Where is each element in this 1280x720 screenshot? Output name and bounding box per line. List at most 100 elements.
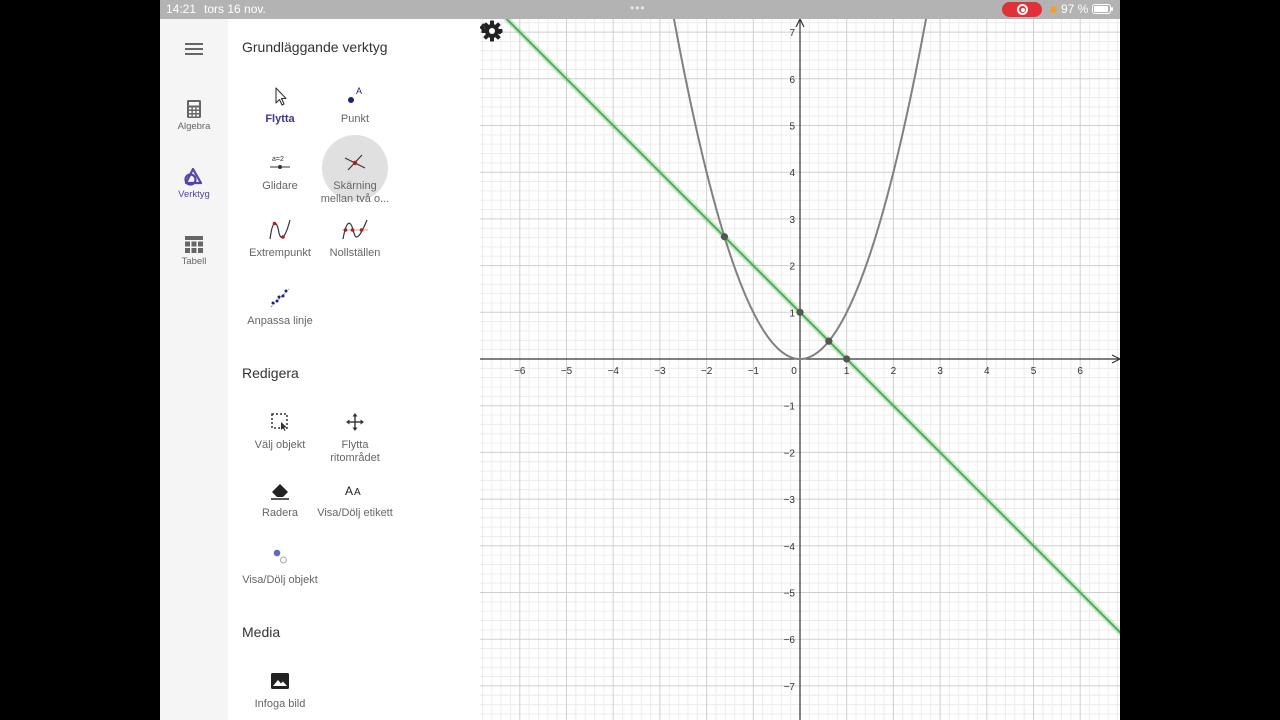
tool-label-move: Flytta	[265, 113, 295, 125]
tools-icon	[184, 168, 203, 186]
svg-text:a=2: a=2	[272, 156, 284, 163]
extremum-icon	[269, 219, 291, 240]
tool-label-move-view: Flytta ritområdet	[330, 439, 380, 464]
tool-label-extremum: Extrempunkt	[249, 247, 311, 259]
nav-item-algebra[interactable]: Algebra	[160, 100, 228, 132]
x-tick-label: −4	[607, 366, 619, 377]
svg-text:A: A	[354, 487, 361, 498]
roots-icon	[342, 219, 368, 240]
x-tick-label: 0	[791, 366, 797, 377]
tool-extremum[interactable]: Extrempunkt	[242, 219, 318, 260]
graph-point	[825, 337, 833, 345]
nav-item-verktyg[interactable]: Verktyg	[160, 168, 228, 200]
x-tick-label: 1	[844, 366, 850, 377]
x-tick-label: 2	[891, 366, 897, 377]
show-hide-icon	[273, 549, 287, 564]
calculator-icon	[187, 100, 201, 118]
tool-label-intersect: Skärning mellan två o...	[320, 180, 390, 205]
nav-rail: Algebra Verktyg Tabell	[160, 19, 228, 720]
tick-labels: −6 −5 −4 −3 −2 −1 0 1 2 3 4 5 67654321−1−2−3−4−5−6−7	[514, 28, 1083, 693]
y-tick-label: 3	[789, 215, 795, 226]
x-tick-label: 3	[937, 366, 943, 377]
tool-erase[interactable]: Radera	[242, 479, 318, 520]
y-tick-label: −6	[784, 635, 796, 646]
ipad-screen: 14:21 tors 16 nov. ••• 97 % Algebra Verk…	[160, 0, 1120, 720]
y-tick-label: 7	[789, 28, 795, 39]
move-view-icon	[346, 413, 364, 431]
battery-percentage: 97 %	[1061, 2, 1089, 16]
y-tick-label: −1	[784, 402, 796, 413]
screen-recording-icon	[1002, 2, 1042, 17]
tool-roots[interactable]: Nollställen	[317, 219, 393, 260]
section-title-basic-tools: Grundläggande verktyg	[242, 39, 388, 55]
tool-point[interactable]: A Punkt	[317, 85, 393, 126]
section-title-edit: Redigera	[242, 365, 299, 381]
tool-intersect[interactable]: Skärning mellan två o...	[317, 135, 393, 206]
hamburger-menu-icon[interactable]	[185, 43, 203, 55]
x-tick-label: −1	[748, 366, 760, 377]
x-tick-label: −3	[654, 366, 666, 377]
tool-move-view[interactable]: Flytta ritområdet	[317, 411, 393, 465]
tools-panel: Grundläggande verktyg Flytta A Punkt a=2…	[228, 19, 538, 720]
tool-slider[interactable]: a=2 Glidare	[242, 152, 318, 193]
y-tick-label: −3	[784, 495, 796, 506]
y-tick-label: −5	[784, 589, 796, 600]
tool-label-select: Välj objekt	[254, 439, 306, 451]
x-tick-label: −6	[514, 366, 526, 377]
status-date: tors 16 nov.	[204, 2, 266, 16]
image-icon	[271, 673, 289, 689]
tool-fit-line[interactable]: Anpassa linje	[242, 287, 318, 328]
slider-icon: a=2	[270, 156, 290, 169]
x-tick-label: 4	[984, 366, 990, 377]
x-tick-label: 6	[1077, 366, 1083, 377]
tool-insert-image[interactable]: Infoga bild	[242, 670, 318, 711]
tool-show-hide-label[interactable]: A A Visa/Dölj etikett	[317, 479, 393, 520]
privacy-dot-icon	[1050, 6, 1057, 13]
y-tick-label: 5	[789, 122, 795, 133]
coordinate-plane[interactable]: −6 −5 −4 −3 −2 −1 0 1 2 3 4 5 67654321−1−2−3−4−5−6−7	[480, 19, 1120, 720]
tool-label-roots: Nollställen	[329, 247, 381, 259]
tool-label-point: Punkt	[340, 113, 370, 125]
intersect-icon	[344, 154, 366, 171]
tool-show-hide-object[interactable]: Visa/Dölj objekt	[242, 546, 318, 587]
svg-text:A: A	[345, 484, 353, 498]
svg-text:A: A	[356, 86, 362, 96]
y-tick-label: 2	[789, 262, 795, 273]
y-tick-label: 4	[789, 168, 795, 179]
graphics-view[interactable]: −6 −5 −4 −3 −2 −1 0 1 2 3 4 5 6 7 6 5 4 3 2 1 −1 −2 −3 −4 −5 −6 −7	[480, 19, 1120, 720]
y-tick-label: −2	[784, 448, 796, 459]
fit-line-icon	[270, 288, 290, 308]
gear-icon[interactable]	[480, 19, 504, 43]
status-time: 14:21	[166, 2, 197, 16]
tool-label-fit-line: Anpassa linje	[247, 315, 313, 327]
tool-label-slider: Glidare	[262, 180, 298, 192]
section-title-media: Media	[242, 624, 281, 640]
nav-item-tabell[interactable]: Tabell	[160, 236, 228, 267]
tool-move[interactable]: Flytta	[242, 85, 318, 126]
nav-label-verktyg: Verktyg	[178, 189, 210, 200]
table-icon	[185, 236, 203, 253]
tool-label-erase: Radera	[261, 507, 299, 519]
nav-label-tabell: Tabell	[181, 256, 207, 267]
label-icon: A A	[345, 484, 361, 498]
y-tick-label: 6	[789, 75, 795, 86]
point-icon: A	[348, 86, 362, 103]
multitask-dots-icon[interactable]: •••	[630, 1, 646, 15]
eraser-icon	[271, 484, 289, 500]
tool-label-show-hide-object: Visa/Dölj objekt	[242, 574, 318, 586]
y-tick-label: −7	[784, 682, 796, 693]
select-icon	[271, 413, 288, 431]
graph-point	[796, 308, 804, 316]
status-bar: 14:21 tors 16 nov. ••• 97 %	[160, 0, 1120, 19]
tool-label-insert-image: Infoga bild	[254, 698, 306, 710]
x-tick-label: −2	[701, 366, 713, 377]
nav-label-algebra: Algebra	[177, 121, 211, 132]
y-tick-label: −4	[784, 542, 796, 553]
x-tick-label: 5	[1031, 366, 1037, 377]
graph-point	[720, 233, 729, 241]
move-cursor-icon	[275, 87, 287, 106]
graph-point	[843, 355, 851, 363]
tool-select-objects[interactable]: Välj objekt	[242, 411, 318, 452]
battery-icon	[1092, 4, 1113, 14]
x-tick-label: −5	[561, 366, 573, 377]
